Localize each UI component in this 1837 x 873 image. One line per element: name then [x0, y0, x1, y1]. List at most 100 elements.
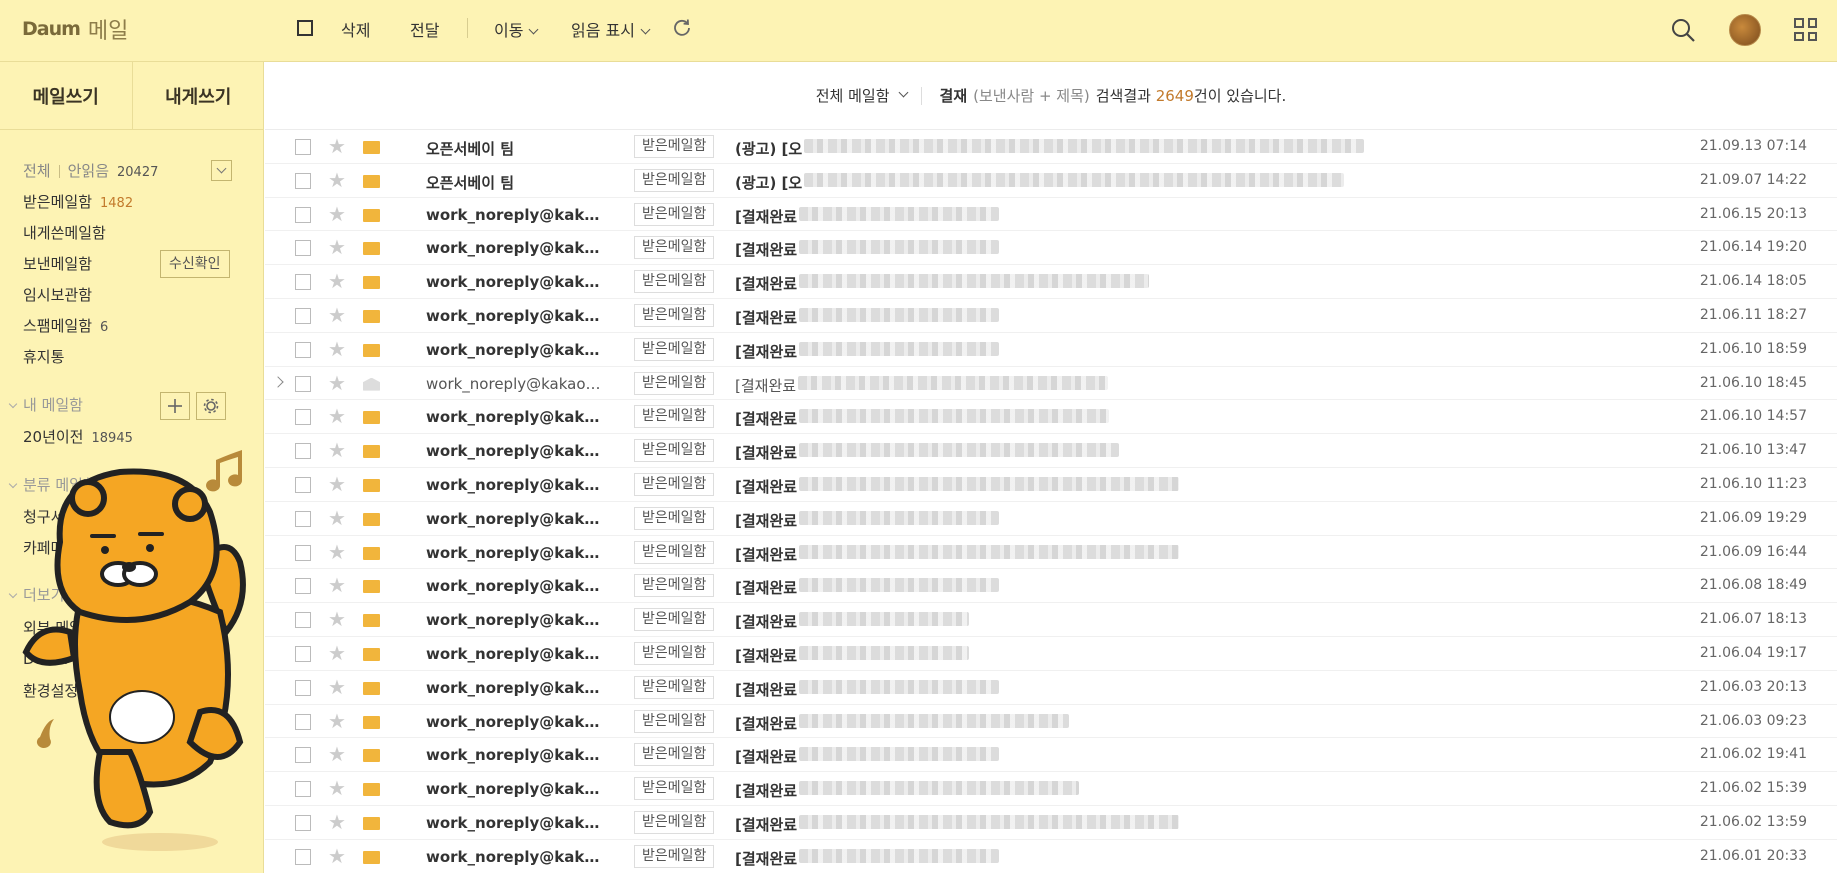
mail-row[interactable]: ★ work_noreply@kakaoent... 받은메일함 [결재완료 21.06…	[265, 367, 1837, 401]
unread-link[interactable]: 안읽음	[68, 162, 109, 180]
folder-tag[interactable]: 받은메일함	[634, 202, 715, 226]
sender[interactable]: work_noreply@kakaoen...	[426, 713, 606, 731]
mail-checkbox[interactable]	[295, 139, 311, 155]
sender[interactable]: work_noreply@kakaoen...	[426, 510, 606, 528]
compose-button[interactable]: 메일쓰기	[0, 62, 132, 129]
mailbox-scope-dropdown[interactable]: 전체 메일함	[816, 85, 908, 106]
star-icon[interactable]: ★	[328, 542, 346, 562]
mail-subject[interactable]: [결재완료	[735, 476, 797, 497]
sender[interactable]: 오픈서베이 팀	[426, 138, 606, 159]
mail-subject[interactable]: [결재완료	[735, 848, 797, 869]
mail-row[interactable]: ★ work_noreply@kakaoen... 받은메일함 [결재완료 21.06.…	[265, 502, 1837, 536]
star-icon[interactable]: ★	[328, 170, 346, 190]
mail-subject[interactable]: [결재완료	[735, 273, 797, 294]
mail-checkbox[interactable]	[295, 578, 311, 595]
mail-row[interactable]: ★ work_noreply@kakaoen... 받은메일함 [결재완료 21.06.…	[265, 231, 1837, 266]
folder-tag[interactable]: 받은메일함	[634, 540, 715, 564]
mail-checkbox[interactable]	[295, 240, 311, 257]
sidebar-item-external-mail[interactable]: 외부 메일 확인	[23, 617, 115, 638]
mail-subject[interactable]: [결재완료	[735, 611, 797, 632]
star-icon[interactable]: ★	[328, 575, 346, 595]
mail-row[interactable]: ★ work_noreply@kakaoen... 받은메일함 [결재완료 21.06.…	[265, 333, 1837, 367]
mail-row[interactable]: ★ 오픈서베이 팀 받은메일함 (광고) [오 21.09.13 07:14	[265, 130, 1837, 164]
more-section[interactable]: 더보기	[8, 584, 64, 605]
mail-subject[interactable]: [결재완료	[735, 442, 797, 463]
star-icon[interactable]: ★	[328, 339, 346, 359]
mark-read-dropdown[interactable]: 읽음 표시	[571, 17, 651, 41]
sidebar-item-cafe[interactable]: 카페메일함	[23, 537, 92, 558]
star-icon[interactable]: ★	[328, 508, 346, 528]
star-icon[interactable]: ★	[328, 406, 346, 426]
folder-settings-button[interactable]	[196, 392, 226, 420]
sender[interactable]: work_noreply@kakaoen...	[426, 206, 606, 224]
star-icon[interactable]: ★	[328, 812, 346, 832]
sidebar-item-inbox[interactable]: 받은메일함 1482	[23, 191, 133, 212]
chevron-right-icon[interactable]	[272, 375, 284, 388]
star-icon[interactable]: ★	[328, 204, 346, 224]
folder-tag[interactable]: 받은메일함	[634, 574, 715, 598]
star-icon[interactable]: ★	[328, 237, 346, 257]
mail-checkbox[interactable]	[295, 612, 311, 629]
folder-tag[interactable]: 받은메일함	[634, 743, 715, 767]
sender[interactable]: work_noreply@kakaoen...	[426, 679, 606, 697]
sender[interactable]: work_noreply@kakaoen...	[426, 442, 606, 460]
sender[interactable]: work_noreply@kakaoen...	[426, 273, 606, 291]
folder-tag[interactable]: 받은메일함	[634, 236, 715, 260]
mail-checkbox[interactable]	[295, 544, 311, 561]
folder-tag[interactable]: 받은메일함	[634, 303, 715, 327]
folder-tag[interactable]: 받은메일함	[634, 405, 715, 429]
sender[interactable]: work_noreply@kakaoen...	[426, 611, 606, 629]
sidebar-item-spam[interactable]: 스팸메일함 6	[23, 315, 108, 336]
sender[interactable]: work_noreply@kakaoen...	[426, 341, 606, 359]
mail-row[interactable]: ★ work_noreply@kakaoen... 받은메일함 [결재완료 21.06.…	[265, 468, 1837, 502]
mail-checkbox[interactable]	[295, 375, 311, 392]
all-mail-link[interactable]: 전체	[23, 162, 51, 180]
mail-row[interactable]: ★ work_noreply@kakaoen... 받은메일함 [결재완료 21.06.…	[265, 637, 1837, 671]
mail-subject[interactable]: [결재완료	[735, 206, 797, 227]
mail-checkbox[interactable]	[295, 409, 311, 426]
mail-row[interactable]: ★ work_noreply@kakaoen... 받은메일함 [결재완료 21.06.…	[265, 536, 1837, 570]
mail-checkbox[interactable]	[295, 814, 311, 831]
self-compose-button[interactable]: 내게쓰기	[131, 62, 264, 129]
mail-row[interactable]: ★ work_noreply@kakaoen... 받은메일함 [결재완료 21.06.…	[265, 705, 1837, 739]
mail-row[interactable]: ★ work_noreply@kakaoen... 받은메일함 [결재완료 21.06.…	[265, 265, 1837, 299]
sidebar-item-bills[interactable]: 청구서함	[23, 506, 78, 527]
star-icon[interactable]: ★	[328, 609, 346, 629]
search-icon[interactable]	[1670, 17, 1696, 43]
sidebar-item-self-sent[interactable]: 내게쓴메일함	[23, 222, 106, 243]
star-icon[interactable]: ★	[328, 643, 346, 663]
mail-row[interactable]: ★ work_noreply@kakaoen... 받은메일함 [결재완료 21.06.…	[265, 603, 1837, 637]
mail-checkbox[interactable]	[295, 274, 311, 291]
add-folder-button[interactable]	[160, 392, 190, 420]
star-icon[interactable]: ★	[328, 846, 346, 866]
sidebar-item-before-2020[interactable]: 20년이전 18945	[23, 426, 133, 447]
folder-tag[interactable]: 받은메일함	[634, 844, 715, 868]
mail-subject[interactable]: [결재완료	[735, 713, 797, 734]
star-icon[interactable]: ★	[328, 271, 346, 291]
sender[interactable]: work_noreply@kakaoen...	[426, 476, 606, 494]
mail-checkbox[interactable]	[295, 679, 311, 696]
sidebar-item-drafts[interactable]: 임시보관함	[23, 284, 92, 305]
sender[interactable]: work_noreply@kakaoen...	[426, 746, 606, 764]
sender[interactable]: work_noreply@kakaoen...	[426, 645, 606, 663]
sender[interactable]: work_noreply@kakaoen...	[426, 408, 606, 426]
select-all-checkbox[interactable]	[297, 20, 313, 36]
sender[interactable]: work_noreply@kakaoent...	[426, 375, 606, 393]
mail-subject[interactable]: [결재완료	[735, 375, 796, 396]
mail-row[interactable]: ★ work_noreply@kakaoen... 받은메일함 [결재완료 21.06.…	[265, 299, 1837, 333]
sender[interactable]: work_noreply@kakaoen...	[426, 307, 606, 325]
mail-row[interactable]: ★ work_noreply@kakaoen... 받은메일함 [결재완료 21.06.…	[265, 772, 1837, 806]
folder-tag[interactable]: 받은메일함	[634, 810, 715, 834]
category-mailbox-section[interactable]: 분류 메일함	[8, 474, 97, 495]
star-icon[interactable]: ★	[328, 136, 346, 156]
mail-subject[interactable]: [결재완료	[735, 814, 797, 835]
folder-tag[interactable]: 받은메일함	[634, 641, 715, 665]
folder-tag[interactable]: 받은메일함	[634, 439, 715, 463]
folder-tag[interactable]: 받은메일함	[634, 608, 715, 632]
mail-row[interactable]: ★ 오픈서베이 팀 받은메일함 (광고) [오 21.09.07 14:22	[265, 164, 1837, 198]
mail-row[interactable]: ★ work_noreply@kakaoen... 받은메일함 [결재완료 21.06.…	[265, 400, 1837, 435]
settings-link[interactable]: 환경설정	[23, 682, 78, 700]
mail-checkbox[interactable]	[295, 781, 311, 798]
mail-row[interactable]: ★ work_noreply@kakaoen... 받은메일함 [결재완료 21.06.…	[265, 434, 1837, 468]
read-receipt-button[interactable]: 수신확인	[160, 250, 230, 278]
